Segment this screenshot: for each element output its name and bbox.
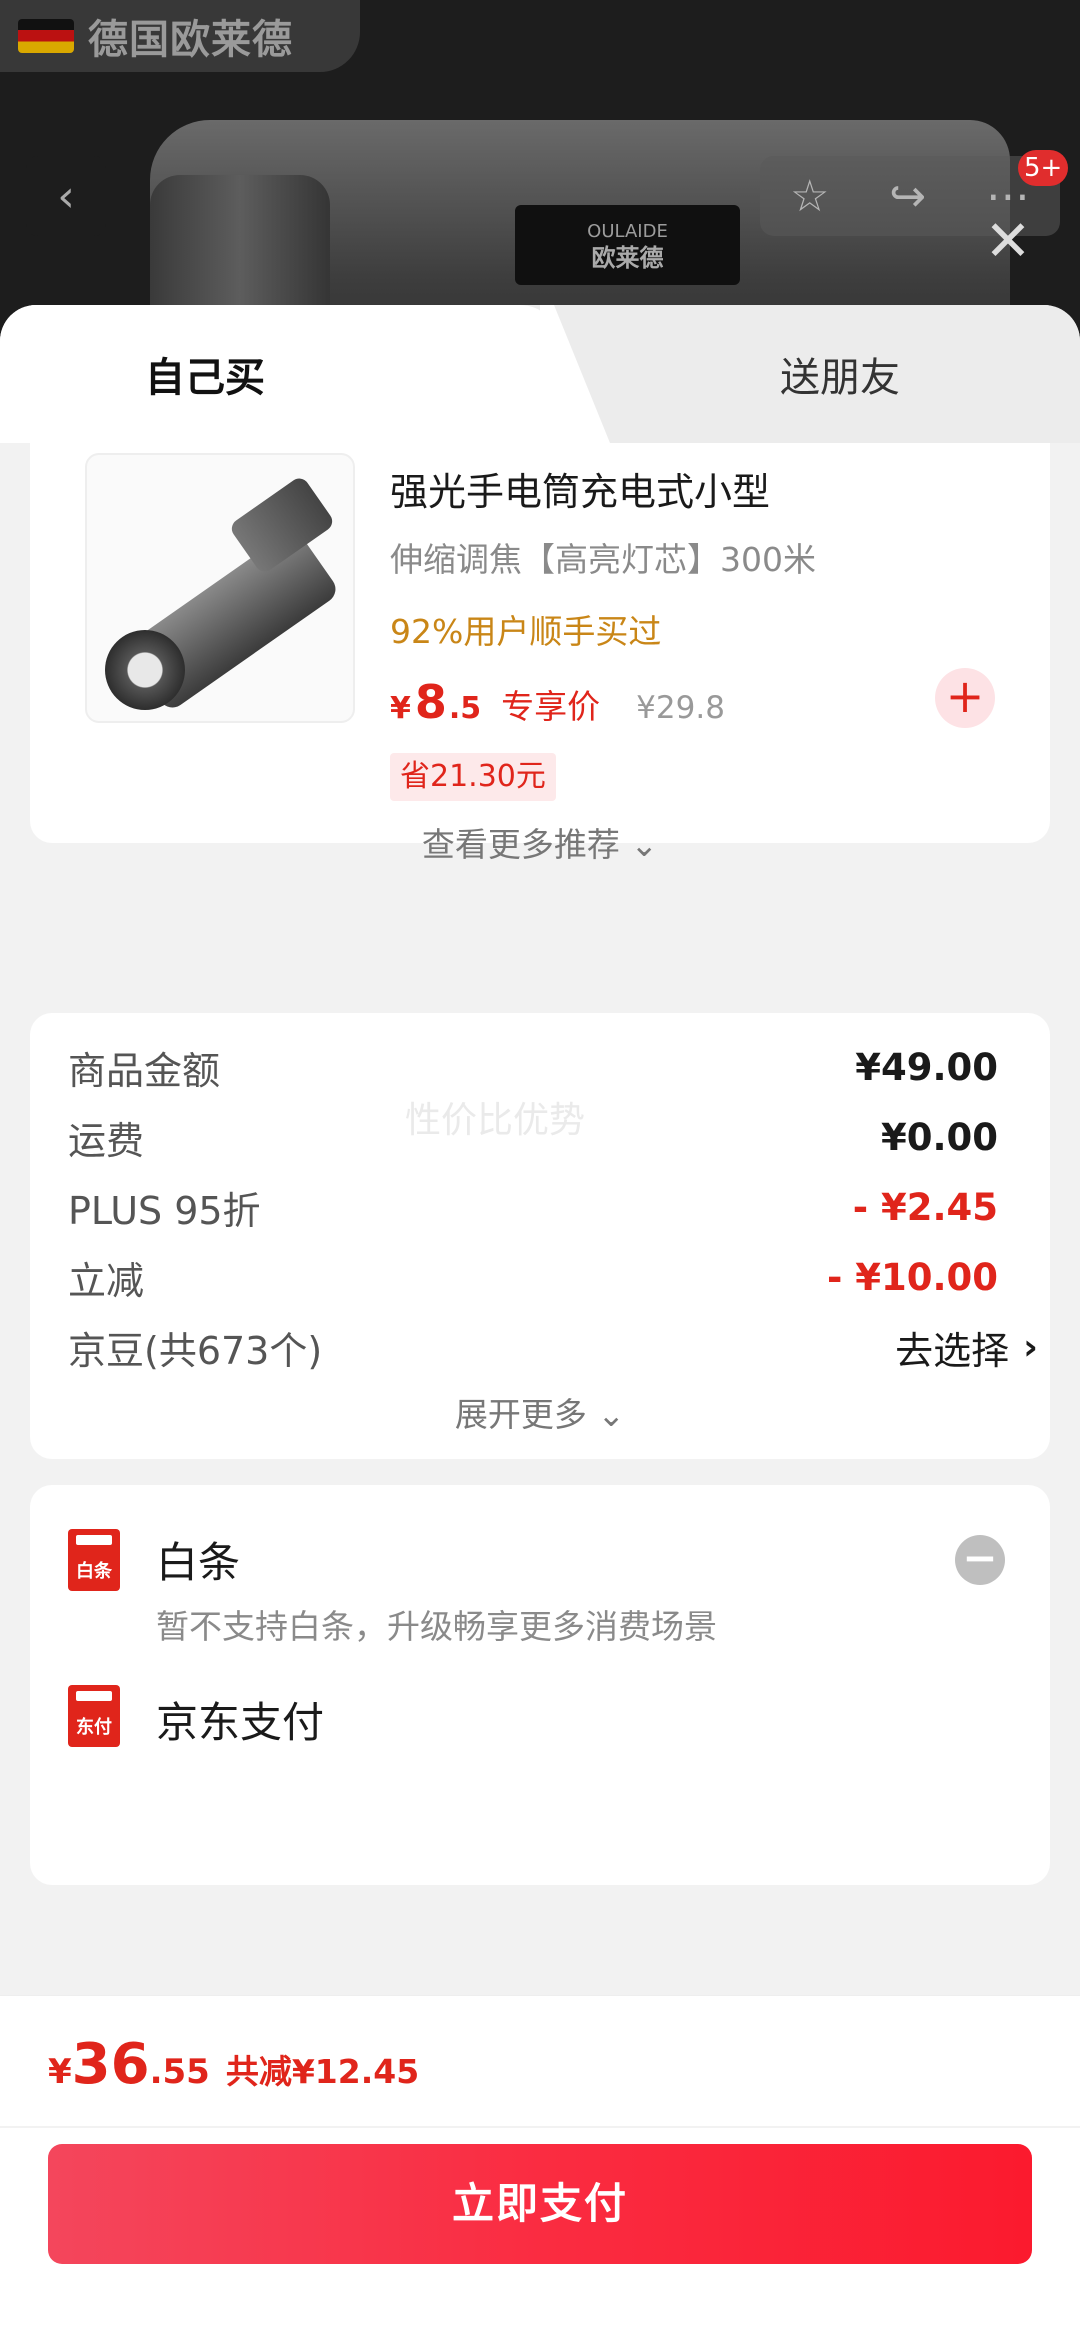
- payment-option-jdpay[interactable]: 东付 京东支付: [68, 1685, 324, 1750]
- fee-label: PLUS 95折: [68, 1188, 261, 1233]
- select-beans-link[interactable]: 去选择 ›: [895, 1320, 1038, 1375]
- store-name: 德国欧莱德: [88, 17, 293, 63]
- notification-badge: 5+: [1018, 150, 1069, 186]
- baitiao-icon-text: 白条: [76, 1561, 112, 1582]
- product-price: ¥ 8 .5 专享价 ¥29.8: [390, 675, 725, 729]
- select-beans-label: 去选择: [895, 1328, 1010, 1373]
- chevron-right-icon: ›: [1023, 1326, 1038, 1368]
- fee-value: - ¥10.00: [826, 1255, 998, 1299]
- tab-buy-for-self[interactable]: 自己买: [0, 305, 560, 443]
- original-price: ¥29.8: [636, 690, 725, 726]
- jdpay-title: 京东支付: [156, 1698, 325, 1747]
- fee-row-shipping: 运费 ¥0.00: [68, 1107, 998, 1167]
- total-integer: 36: [71, 2032, 150, 2097]
- fee-row-goods-amount: 商品金额 ¥49.00: [68, 1037, 998, 1097]
- pay-now-button[interactable]: 立即支付: [48, 2144, 1032, 2264]
- fee-label: 京豆(共673个): [68, 1328, 323, 1373]
- fee-value: ¥0.00: [880, 1115, 998, 1159]
- divider: [0, 2126, 1080, 2128]
- payment-option-baitiao[interactable]: 白条 白条 暂不支持白条，升级畅享更多消费场景: [68, 1529, 717, 1648]
- add-product-button[interactable]: +: [935, 668, 995, 728]
- jdpay-icon: 东付: [68, 1685, 120, 1747]
- price-integer: 8: [414, 675, 447, 729]
- fee-value: ¥49.00: [855, 1045, 998, 1089]
- brand-plate-top: OULAIDE: [587, 221, 668, 242]
- brand-plate: OULAIDE 欧莱德: [515, 205, 740, 285]
- germany-flag-icon: [18, 19, 74, 53]
- baitiao-title: 白条: [156, 1538, 241, 1587]
- baitiao-unavailable-toggle[interactable]: −: [955, 1535, 1005, 1585]
- total-savings: 共减¥12.45: [225, 2052, 420, 2091]
- product-spec: 伸缩调焦【高亮灯芯】300米: [390, 540, 816, 579]
- total-currency: ¥: [48, 2052, 72, 2092]
- price-decimal: .5: [448, 691, 482, 726]
- share-icon[interactable]: ↪: [889, 171, 926, 222]
- fee-value: - ¥2.45: [852, 1185, 998, 1229]
- product-title[interactable]: 强光手电筒充电式小型: [390, 461, 770, 516]
- fee-row-plus-discount: PLUS 95折 - ¥2.45: [68, 1177, 998, 1237]
- more-recommendations-link[interactable]: 查看更多推荐 ⌄: [30, 818, 1050, 866]
- baitiao-subtitle: 暂不支持白条，升级畅享更多消费场景: [156, 1607, 717, 1646]
- plus-icon: +: [945, 669, 985, 723]
- order-summary-card: 性价比优势 商品金额 ¥49.00 运费 ¥0.00 PLUS 95折 - ¥2…: [30, 1013, 1050, 1459]
- exclusive-price-tag: 专享价: [501, 687, 601, 726]
- recommended-product-card: 强光手电筒充电式小型 伸缩调焦【高亮灯芯】300米 92%用户顺手买过 ¥ 8 …: [30, 443, 1050, 864]
- baitiao-icon: 白条: [68, 1529, 120, 1591]
- minus-icon: −: [962, 1533, 998, 1582]
- product-purchase-hint: 92%用户顺手买过: [390, 612, 662, 651]
- brand-plate-bottom: 欧莱德: [591, 244, 664, 272]
- product-thumbnail[interactable]: [85, 453, 355, 723]
- checkout-footer: ¥ 36 .55 共减¥12.45 立即支付: [0, 1995, 1080, 2344]
- fee-label: 商品金额: [68, 1048, 221, 1093]
- fee-row-jd-beans[interactable]: 京豆(共673个) 去选择 ›: [68, 1317, 1038, 1377]
- fee-row-instant-discount: 立减 - ¥10.00: [68, 1247, 998, 1307]
- purchase-mode-tabs: 自己买 送朋友: [0, 305, 1080, 443]
- payment-method-card: 白条 白条 暂不支持白条，升级畅享更多消费场景 − 东付 京东支付: [30, 1485, 1050, 1885]
- total-decimal: .55: [149, 2052, 210, 2092]
- star-icon[interactable]: ☆: [790, 171, 829, 222]
- store-banner[interactable]: 德国欧莱德: [0, 0, 360, 72]
- jdpay-icon-text: 东付: [76, 1717, 112, 1738]
- back-arrow-icon: ‹: [57, 170, 75, 222]
- expand-more-link[interactable]: 展开更多 ⌄: [30, 1388, 1050, 1436]
- back-button[interactable]: ‹: [26, 156, 106, 236]
- tab-send-to-friend[interactable]: 送朋友: [600, 305, 1080, 443]
- tab-send-to-friend-label: 送朋友: [780, 355, 900, 401]
- tab-buy-for-self-label: 自己买: [145, 355, 265, 401]
- price-currency: ¥: [390, 691, 411, 726]
- fee-label: 运费: [68, 1118, 145, 1163]
- close-icon[interactable]: ✕: [978, 212, 1038, 272]
- order-total: ¥ 36 .55 共减¥12.45: [48, 2032, 419, 2097]
- savings-badge: 省21.30元: [390, 753, 556, 801]
- fee-label: 立减: [68, 1258, 145, 1303]
